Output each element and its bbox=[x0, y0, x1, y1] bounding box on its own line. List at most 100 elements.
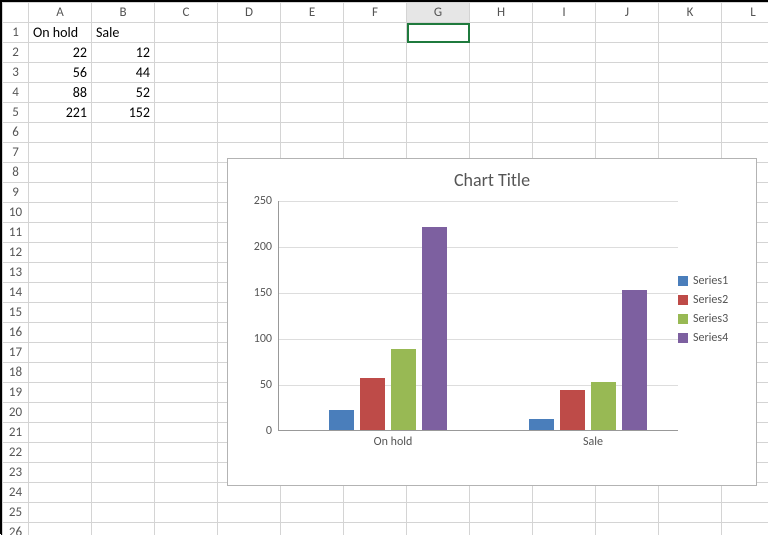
cell-J5[interactable] bbox=[596, 103, 659, 123]
row-header-6[interactable]: 6 bbox=[3, 123, 29, 143]
cell-A21[interactable] bbox=[29, 423, 92, 443]
cell-C21[interactable] bbox=[155, 423, 218, 443]
cell-A20[interactable] bbox=[29, 403, 92, 423]
cell-B5[interactable]: 152 bbox=[92, 103, 155, 123]
cell-C15[interactable] bbox=[155, 303, 218, 323]
chart[interactable]: Chart Title 050100150200250On holdSale S… bbox=[227, 158, 757, 486]
cell-L26[interactable] bbox=[722, 523, 768, 535]
column-header-E[interactable]: E bbox=[281, 3, 344, 23]
column-header-A[interactable]: A bbox=[29, 3, 92, 23]
cell-A2[interactable]: 22 bbox=[29, 43, 92, 63]
cell-G2[interactable] bbox=[407, 43, 470, 63]
cell-C14[interactable] bbox=[155, 283, 218, 303]
cell-I6[interactable] bbox=[533, 123, 596, 143]
cell-D2[interactable] bbox=[218, 43, 281, 63]
cell-K3[interactable] bbox=[659, 63, 722, 83]
cell-H26[interactable] bbox=[470, 523, 533, 535]
cell-L4[interactable] bbox=[722, 83, 768, 103]
cell-B14[interactable] bbox=[92, 283, 155, 303]
cell-A14[interactable] bbox=[29, 283, 92, 303]
row-header-15[interactable]: 15 bbox=[3, 303, 29, 323]
column-header-K[interactable]: K bbox=[659, 3, 722, 23]
cell-E5[interactable] bbox=[281, 103, 344, 123]
cell-C9[interactable] bbox=[155, 183, 218, 203]
cell-C5[interactable] bbox=[155, 103, 218, 123]
cell-F3[interactable] bbox=[344, 63, 407, 83]
cell-J26[interactable] bbox=[596, 523, 659, 535]
cell-E25[interactable] bbox=[281, 503, 344, 523]
cell-L25[interactable] bbox=[722, 503, 768, 523]
column-header-I[interactable]: I bbox=[533, 3, 596, 23]
bar-Series2-On hold[interactable] bbox=[360, 378, 385, 430]
cell-E3[interactable] bbox=[281, 63, 344, 83]
cell-C13[interactable] bbox=[155, 263, 218, 283]
cell-B26[interactable] bbox=[92, 523, 155, 535]
cell-C12[interactable] bbox=[155, 243, 218, 263]
cell-I1[interactable] bbox=[533, 23, 596, 43]
cell-B9[interactable] bbox=[92, 183, 155, 203]
cell-C1[interactable] bbox=[155, 23, 218, 43]
cell-C3[interactable] bbox=[155, 63, 218, 83]
cell-H6[interactable] bbox=[470, 123, 533, 143]
cell-C18[interactable] bbox=[155, 363, 218, 383]
row-header-7[interactable]: 7 bbox=[3, 143, 29, 163]
cell-B23[interactable] bbox=[92, 463, 155, 483]
column-header-D[interactable]: D bbox=[218, 3, 281, 23]
cell-F2[interactable] bbox=[344, 43, 407, 63]
row-header-22[interactable]: 22 bbox=[3, 443, 29, 463]
column-header-H[interactable]: H bbox=[470, 3, 533, 23]
cell-G1[interactable] bbox=[407, 23, 470, 43]
cell-G4[interactable] bbox=[407, 83, 470, 103]
cell-A5[interactable]: 221 bbox=[29, 103, 92, 123]
bar-Series4-On hold[interactable] bbox=[422, 227, 447, 430]
cell-B21[interactable] bbox=[92, 423, 155, 443]
cell-C2[interactable] bbox=[155, 43, 218, 63]
cell-A12[interactable] bbox=[29, 243, 92, 263]
cell-C24[interactable] bbox=[155, 483, 218, 503]
cell-D3[interactable] bbox=[218, 63, 281, 83]
cell-L1[interactable] bbox=[722, 23, 768, 43]
cell-H5[interactable] bbox=[470, 103, 533, 123]
row-header-9[interactable]: 9 bbox=[3, 183, 29, 203]
cell-A3[interactable]: 56 bbox=[29, 63, 92, 83]
cell-C16[interactable] bbox=[155, 323, 218, 343]
cell-A9[interactable] bbox=[29, 183, 92, 203]
cell-A19[interactable] bbox=[29, 383, 92, 403]
cell-A7[interactable] bbox=[29, 143, 92, 163]
cell-C19[interactable] bbox=[155, 383, 218, 403]
row-header-14[interactable]: 14 bbox=[3, 283, 29, 303]
cell-I5[interactable] bbox=[533, 103, 596, 123]
cell-A13[interactable] bbox=[29, 263, 92, 283]
cell-C20[interactable] bbox=[155, 403, 218, 423]
cell-F1[interactable] bbox=[344, 23, 407, 43]
cell-K6[interactable] bbox=[659, 123, 722, 143]
cell-B7[interactable] bbox=[92, 143, 155, 163]
cell-C7[interactable] bbox=[155, 143, 218, 163]
cell-E4[interactable] bbox=[281, 83, 344, 103]
bar-Series4-Sale[interactable] bbox=[622, 290, 647, 430]
cell-B18[interactable] bbox=[92, 363, 155, 383]
cell-G3[interactable] bbox=[407, 63, 470, 83]
row-header-12[interactable]: 12 bbox=[3, 243, 29, 263]
cell-B2[interactable]: 12 bbox=[92, 43, 155, 63]
row-header-23[interactable]: 23 bbox=[3, 463, 29, 483]
cell-C26[interactable] bbox=[155, 523, 218, 535]
cell-E1[interactable] bbox=[281, 23, 344, 43]
column-header-C[interactable]: C bbox=[155, 3, 218, 23]
cell-J3[interactable] bbox=[596, 63, 659, 83]
cell-A16[interactable] bbox=[29, 323, 92, 343]
cell-B13[interactable] bbox=[92, 263, 155, 283]
cell-A26[interactable] bbox=[29, 523, 92, 535]
cell-F26[interactable] bbox=[344, 523, 407, 535]
cell-H3[interactable] bbox=[470, 63, 533, 83]
column-header-L[interactable]: L bbox=[722, 3, 768, 23]
cell-I26[interactable] bbox=[533, 523, 596, 535]
cell-I3[interactable] bbox=[533, 63, 596, 83]
cell-E6[interactable] bbox=[281, 123, 344, 143]
cell-D5[interactable] bbox=[218, 103, 281, 123]
cell-B4[interactable]: 52 bbox=[92, 83, 155, 103]
row-header-21[interactable]: 21 bbox=[3, 423, 29, 443]
row-header-5[interactable]: 5 bbox=[3, 103, 29, 123]
cell-L5[interactable] bbox=[722, 103, 768, 123]
cell-F25[interactable] bbox=[344, 503, 407, 523]
